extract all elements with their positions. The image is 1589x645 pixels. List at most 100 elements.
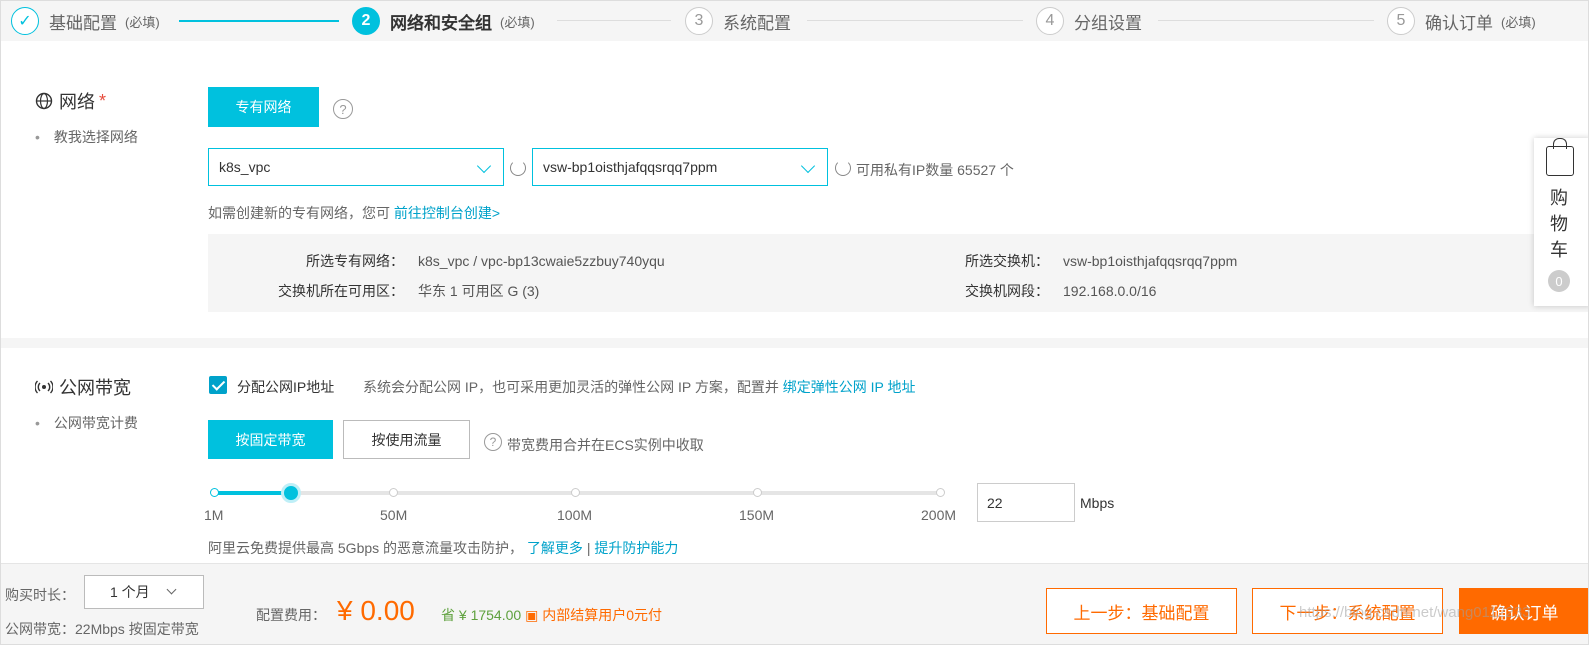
fixed-bandwidth-button[interactable]: 按固定带宽	[208, 420, 333, 459]
vpc-select-value: k8s_vpc	[219, 159, 271, 175]
bandwidth-slider-handle[interactable]	[281, 483, 302, 503]
zone-row: 交换机所在可用区： 华东 1 可用区 G (3)	[208, 281, 539, 301]
step-network-security[interactable]: 2 网络和安全组 (必填)	[352, 7, 535, 35]
cart-label-char: 购	[1550, 188, 1568, 208]
slider-tick-label: 1M	[204, 507, 224, 523]
ecs-purchase-page: ✓ 基础配置 (必填) 2 网络和安全组 (必填) 3 系统配置 4 分组设置 …	[0, 0, 1589, 645]
step-required: (必填)	[125, 14, 160, 30]
step-label: 系统配置	[723, 13, 791, 33]
shopping-cart-panel[interactable]: 购 物 车 0	[1534, 138, 1588, 306]
vpc-select[interactable]: k8s_vpc	[208, 148, 504, 186]
check-icon: ✓	[11, 7, 39, 35]
cart-count-badge: 0	[1548, 270, 1570, 292]
selected-vpc-value: k8s_vpc / vpc-bp13cwaie5zzbuy740yqu	[418, 253, 665, 269]
network-heading: 网络 *	[35, 88, 106, 114]
vswitch-select[interactable]: vsw-bp1oisthjafqqsrqq7ppm	[532, 148, 828, 186]
step-label: 确认订单	[1425, 13, 1493, 33]
network-title: 网络	[59, 92, 95, 112]
step-connector	[557, 20, 671, 21]
selected-vswitch-key: 所选交换机：	[965, 253, 1049, 269]
step-required: (必填)	[1501, 14, 1536, 30]
chevron-down-icon	[476, 158, 492, 174]
slider-tick-label: 150M	[739, 507, 775, 523]
step-required: (必填)	[500, 14, 535, 30]
help-icon[interactable]: ?	[333, 99, 353, 119]
learn-more-link[interactable]: 了解更多	[527, 540, 583, 556]
gift-icon: ▣	[525, 607, 539, 623]
step-basic-config[interactable]: ✓ 基础配置 (必填)	[11, 7, 160, 35]
step-number: 5	[1387, 7, 1415, 35]
shopping-bag-icon	[1546, 138, 1574, 176]
bind-eip-link[interactable]: 绑定弹性公网 IP 地址	[783, 379, 916, 395]
slider-dot	[571, 488, 580, 497]
cidr-value: 192.168.0.0/16	[1063, 283, 1157, 299]
refresh-icon[interactable]	[835, 160, 851, 176]
step-label: 分组设置	[1074, 13, 1142, 33]
savings-info: 省 ¥ 1754.00 ▣ 内部结算用户0元付	[441, 605, 662, 625]
network-help-link[interactable]: 教我选择网络	[35, 127, 138, 147]
step-group-settings[interactable]: 4 分组设置	[1036, 7, 1142, 35]
steps-bar: ✓ 基础配置 (必填) 2 网络和安全组 (必填) 3 系统配置 4 分组设置 …	[1, 1, 1588, 41]
selected-vpc-key: 所选专有网络：	[306, 253, 404, 269]
step-number: 4	[1036, 7, 1064, 35]
help-icon[interactable]: ?	[484, 433, 502, 451]
selected-vpc-row: 所选专有网络： k8s_vpc / vpc-bp13cwaie5zzbuy740y…	[208, 251, 665, 271]
bandwidth-input[interactable]: 22	[977, 483, 1075, 522]
internal-settlement-note: 内部结算用户0元付	[542, 607, 662, 623]
total-price: ¥ 0.00	[337, 595, 415, 626]
bandwidth-unit: Mbps	[1080, 495, 1115, 511]
slider-tick-label: 100M	[557, 507, 593, 523]
step-number: 2	[352, 7, 380, 35]
step-system-config[interactable]: 3 系统配置	[685, 7, 791, 35]
bandwidth-heading: 公网带宽	[35, 374, 131, 400]
zone-value: 华东 1 可用区 G (3)	[418, 283, 540, 299]
slider-dot	[753, 488, 762, 497]
slider-dot	[210, 488, 219, 497]
step-label: 基础配置	[49, 13, 117, 33]
globe-icon	[35, 92, 53, 110]
assign-public-ip-checkbox[interactable]	[209, 376, 227, 394]
slider-tick-label: 50M	[380, 507, 408, 523]
chevron-down-icon	[166, 584, 177, 595]
create-vpc-link[interactable]: 前往控制台创建>	[394, 205, 500, 221]
slider-tick-label: 200M	[921, 507, 957, 523]
zone-key: 交换机所在可用区：	[278, 283, 404, 299]
pay-by-traffic-button[interactable]: 按使用流量	[343, 420, 470, 459]
bandwidth-help-link[interactable]: 公网带宽计费	[35, 413, 138, 433]
bandwidth-slider-fill	[214, 491, 292, 495]
watermark: https://blog.csdn.net/wang0112233	[1299, 604, 1531, 621]
refresh-icon[interactable]	[510, 160, 526, 176]
cidr-row: 交换机网段： 192.168.0.0/16	[901, 281, 1156, 301]
ddos-protection-note: 阿里云免费提供最高 5Gbps 的恶意流量攻击防护， 了解更多 | 提升防护能力	[208, 538, 678, 558]
bandwidth-fee-note: 带宽费用合并在ECS实例中收取	[507, 437, 704, 453]
duration-value: 1 个月	[110, 584, 150, 600]
step-number: 3	[685, 7, 713, 35]
fee-label: 配置费用：	[256, 607, 326, 623]
cart-label-char: 车	[1550, 240, 1568, 260]
cart-label-char: 物	[1550, 214, 1568, 234]
assign-public-ip-desc: 系统会分配公网 IP，也可采用更加灵活的弹性公网 IP 方案，配置并 绑定弹性公…	[363, 377, 916, 397]
save-icon: 省	[441, 607, 455, 623]
assign-public-ip-label: 分配公网IP地址	[237, 379, 335, 395]
vpc-type-button[interactable]: 专有网络	[208, 87, 319, 127]
broadcast-icon	[35, 380, 53, 394]
upgrade-protection-link[interactable]: 提升防护能力	[594, 540, 678, 556]
duration-label: 购买时长：	[5, 587, 75, 603]
slider-dot	[936, 488, 945, 497]
prev-step-button[interactable]: 上一步：基础配置	[1046, 588, 1237, 634]
required-star: *	[99, 90, 107, 111]
save-amount: ¥ 1754.00	[458, 607, 522, 623]
ddos-separator: |	[586, 540, 591, 556]
step-connector	[1158, 20, 1374, 21]
vswitch-select-value: vsw-bp1oisthjafqqsrqq7ppm	[543, 159, 718, 175]
ddos-text: 阿里云免费提供最高 5Gbps 的恶意流量攻击防护，	[208, 540, 524, 556]
duration-select[interactable]: 1 个月	[84, 575, 204, 609]
step-connector	[807, 20, 1023, 21]
create-vpc-text: 如需创建新的专有网络，您可	[208, 205, 390, 221]
bandwidth-summary: 公网带宽：22Mbps 按固定带宽	[5, 621, 199, 637]
selected-vswitch-row: 所选交换机： vsw-bp1oisthjafqqsrqq7ppm	[901, 251, 1237, 271]
step-confirm-order[interactable]: 5 确认订单 (必填)	[1387, 7, 1536, 35]
assign-desc-text: 系统会分配公网 IP，也可采用更加灵活的弹性公网 IP 方案，配置并	[363, 379, 779, 395]
step-label: 网络和安全组	[390, 13, 492, 33]
chevron-down-icon	[800, 158, 816, 174]
